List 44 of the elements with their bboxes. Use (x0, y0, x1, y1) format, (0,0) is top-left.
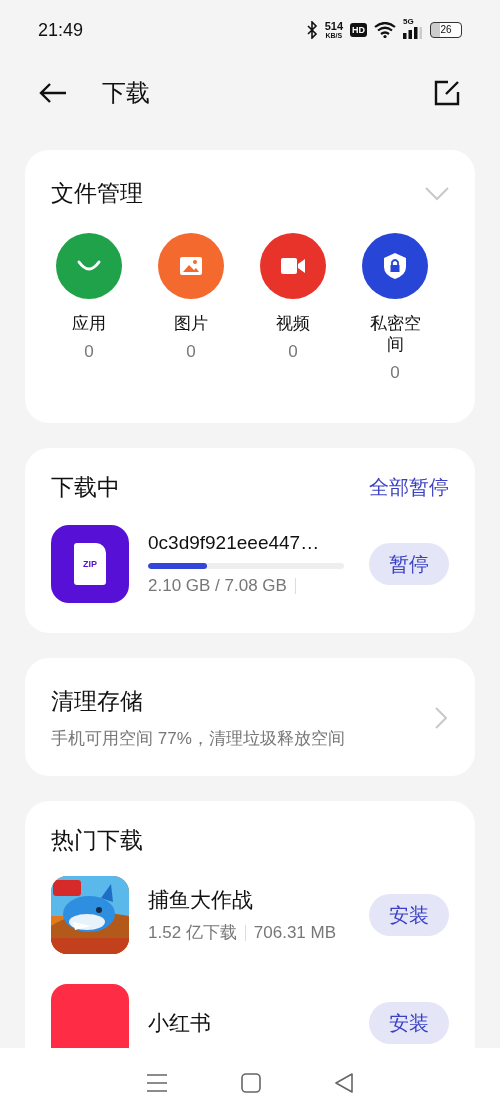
edit-icon[interactable] (434, 80, 460, 106)
home-icon[interactable] (241, 1073, 261, 1093)
install-button[interactable]: 安装 (369, 894, 449, 936)
pause-button[interactable]: 暂停 (369, 543, 449, 585)
network-speed: 514 (324, 21, 343, 32)
network-type: 5G (403, 17, 414, 26)
signal-icon (403, 27, 423, 39)
category-count: 0 (390, 363, 400, 383)
download-count: 1.52 亿下载 (148, 922, 237, 944)
shield-lock-icon[interactable] (362, 233, 428, 299)
category-count: 0 (288, 342, 298, 362)
category-label[interactable]: 视频 (265, 313, 321, 334)
chevron-right-icon (435, 707, 447, 729)
section-title: 热门下载 (51, 826, 143, 855)
menu-icon[interactable] (146, 1073, 169, 1093)
file-type-label: ZIP (83, 559, 97, 569)
file-name: 0c3d9f921eee447… (148, 532, 321, 554)
storage-hint: 手机可用空间 77%，清理垃圾释放空间 (51, 728, 345, 750)
download-progress: 2.10 GB / 7.08 GB (148, 576, 287, 596)
image-icon[interactable] (158, 233, 224, 299)
install-button[interactable]: 安装 (369, 1002, 449, 1044)
app-size: 706.31 MB (253, 922, 337, 943)
category-label[interactable]: 应用 (61, 313, 117, 334)
clock-time: 21:49 (38, 19, 84, 41)
battery-level: 26 (440, 25, 452, 35)
back-icon[interactable] (333, 1073, 354, 1093)
page-title: 下载 (102, 78, 150, 108)
back-arrow-icon[interactable] (38, 82, 68, 104)
category-count: 0 (84, 342, 94, 362)
wifi-icon (374, 22, 396, 38)
section-title: 文件管理 (51, 179, 143, 208)
bluetooth-icon (305, 21, 318, 39)
category-count: 0 (186, 342, 196, 362)
category-label[interactable]: 图片 (163, 313, 219, 334)
app-name: 捕鱼大作战 (148, 887, 254, 913)
section-title: 清理存储 (51, 687, 144, 716)
section-title: 下载中 (51, 473, 120, 502)
video-camera-icon[interactable] (260, 233, 326, 299)
app-logo-icon (51, 984, 129, 1048)
pause-all-link[interactable]: 全部暂停 (369, 474, 449, 501)
cleanup-card[interactable]: 清理存储 手机可用空间 77%，清理垃圾释放空间 (25, 658, 475, 776)
hd-badge: HD (350, 23, 367, 37)
app-name: 小红书 (148, 1010, 212, 1036)
category-label[interactable]: 私密空间 (367, 313, 423, 355)
